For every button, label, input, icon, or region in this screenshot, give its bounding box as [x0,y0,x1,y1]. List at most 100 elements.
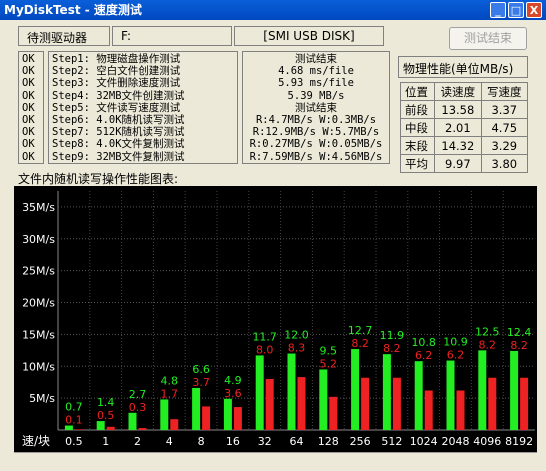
data-label-write: 6.2 [447,349,465,362]
chart-caption: 文件内随机读写操作性能图表: [18,172,179,186]
data-label-read: 10.9 [443,336,468,349]
table-header-cell: 读速度 [434,82,482,101]
bar-read [255,355,264,430]
bar-write [265,379,274,430]
bar-write [106,426,115,430]
data-label-write: 8.2 [351,337,369,350]
bar-read [160,399,169,430]
end-test-button[interactable]: 测试结束 [449,27,527,50]
bar-write [456,390,465,430]
bar-read [414,361,423,430]
x-tick-label: 64 [290,435,304,448]
data-label-write: 3.6 [224,387,242,400]
x-tick-label: 1024 [410,435,438,448]
x-tick-label: 8 [198,435,205,448]
step-name: Step3: 文件删除速度测试 [52,77,181,90]
bar-write [74,429,83,430]
maximize-button[interactable]: □ [508,2,524,18]
step-status: OK [22,77,35,90]
bar-write [424,390,433,430]
y-tick-label: 30M/s [22,233,55,246]
bar-write [233,407,242,430]
data-label-read: 4.9 [224,374,242,387]
bar-read [382,354,391,430]
data-label-write: 0.1 [65,414,83,427]
data-label-read: 11.7 [252,330,277,343]
data-label-write: 8.2 [510,339,528,352]
data-label-read: 2.7 [129,388,147,401]
window-title: MyDiskTest - 速度测试 [4,3,142,17]
drive-label: 待测驱动器 [27,31,88,45]
bar-read [446,360,455,430]
close-button[interactable]: X [526,2,542,18]
rw-performance-chart: 5M/s 10M/s 15M/s 20M/s 25M/s 30M/s 35M/s 0.70.1… [22,191,535,448]
bar-write [392,377,401,430]
drive-label-box: 待测驱动器 [18,26,110,46]
x-tick-label: 4096 [473,435,501,448]
data-label-read: 12.7 [348,324,373,337]
bar-read [287,353,296,430]
data-label-read: 9.5 [320,344,338,357]
data-label-read: 12.5 [475,325,500,338]
drive-name: [SMI USB DISK] [263,29,355,43]
step-result: 5.39 MB/s [287,89,345,102]
horizontal-scrollbar[interactable] [14,452,537,467]
table-cell: 9.97 [434,154,482,173]
step-name-list: Step1: 物理磁盘操作测试 Step2: 空白文件创建测试 Step3: 文件删… [48,51,238,164]
minimize-button[interactable]: _ [490,2,506,18]
table-cell: 3.37 [480,100,529,119]
step-status: OK [22,89,35,102]
data-label-write: 0.3 [129,401,147,414]
table-row: 平均 9.97 3.80 [399,154,529,173]
bar-write [361,377,370,430]
physical-table: 位置 读速度 写速度 前段 13.58 3.37 中段 2.01 4.75 末段 14.32 3.29… [399,82,529,173]
step-name: Step4: 32MB文件创建测试 [52,89,185,102]
bar-write [170,419,179,430]
bar-read [478,350,487,430]
table-cell: 3.80 [480,154,529,173]
data-label-write: 8.0 [256,343,274,356]
table-header-cell: 位置 [399,82,436,101]
bar-write [329,396,338,430]
table-cell: 平均 [399,154,436,173]
x-tick-label: 2048 [442,435,470,448]
data-label-read: 10.8 [411,336,436,349]
x-tick-label: 0.5 [65,435,83,448]
table-header-row: 位置 读速度 写速度 [399,82,529,101]
table-row: 前段 13.58 3.37 [399,100,529,119]
data-label-read: 11.9 [380,329,405,342]
x-tick-label: 256 [350,435,371,448]
table-cell: 3.29 [480,136,529,155]
x-axis-label: 速/块 [22,434,50,448]
bar-read [510,350,519,430]
x-tick-label: 128 [318,435,339,448]
data-label-write: 6.2 [415,349,433,362]
x-tick-label: 512 [381,435,402,448]
data-label-write: 1.7 [161,387,179,400]
step-status: OK [22,150,35,163]
title-bar: MyDiskTest - 速度测试 _ □ X [0,0,546,20]
table-cell: 前段 [399,100,436,119]
table-cell: 14.32 [434,136,482,155]
chart-area: 5M/s 10M/s 15M/s 20M/s 25M/s 30M/s 35M/s 0.7 0.1… [14,186,537,452]
bar-write [520,377,529,430]
x-tick-label: 1 [102,435,109,448]
table-cell: 13.58 [434,100,482,119]
drive-letter-box: F: [112,26,232,46]
drive-letter: F: [121,29,132,43]
y-tick-label: 20M/s [22,297,55,310]
data-label-write: 0.5 [97,409,115,422]
drive-name-box: [SMI USB DISK] [234,26,384,46]
bar-read [128,412,137,430]
step-name: Step9: 32MB文件复制测试 [52,150,185,163]
physical-title-box: 物理性能(单位MB/s) [398,56,528,78]
table-header-cell: 写速度 [480,82,529,101]
table-cell: 4.75 [480,118,529,137]
x-tick-label: 4 [166,435,173,448]
table-cell: 2.01 [434,118,482,137]
data-label-write: 8.2 [479,338,497,351]
table-row: 末段 14.32 3.29 [399,136,529,155]
table-cell: 中段 [399,118,436,137]
data-label-write: 8.2 [383,342,401,355]
step-status-list: OK OK OK OK OK OK OK OK OK [18,51,44,164]
